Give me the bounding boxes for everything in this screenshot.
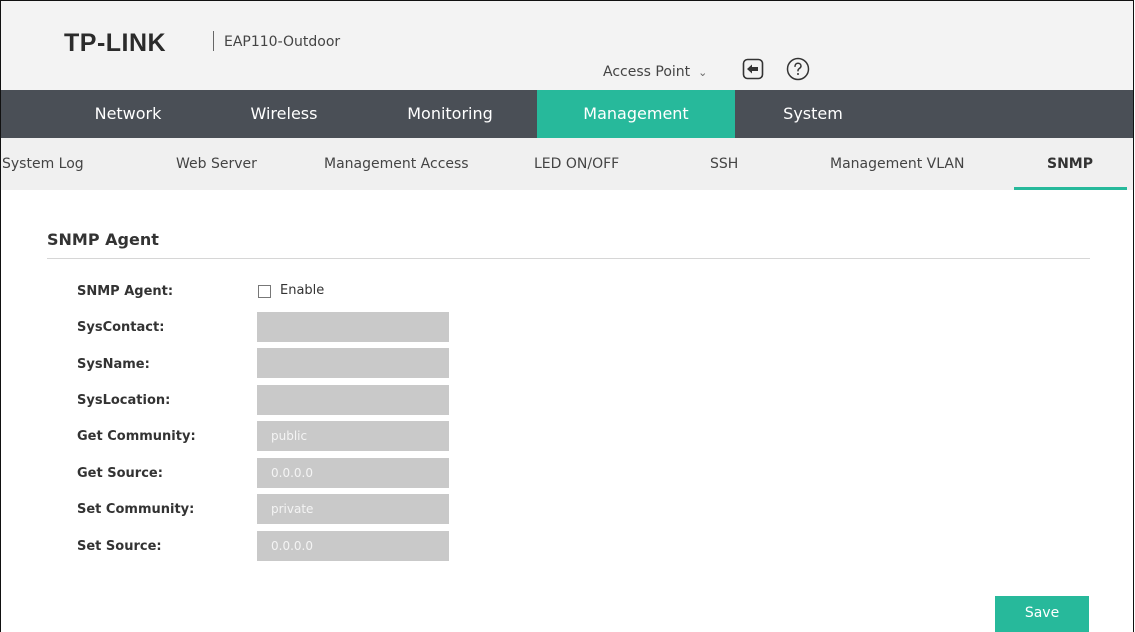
subtab-led-on-off[interactable]: LED ON/OFF <box>534 138 619 190</box>
help-icon[interactable] <box>786 57 810 81</box>
tab-wireless[interactable]: Wireless <box>219 90 349 138</box>
subtab-management-access[interactable]: Management Access <box>324 138 469 190</box>
get-community-input[interactable] <box>257 421 449 451</box>
subtab-system-log[interactable]: System Log <box>2 138 84 190</box>
mode-select-label: Access Point <box>603 64 691 80</box>
sub-nav: System Log Web Server Management Access … <box>1 138 1133 190</box>
get-source-label: Get Source: <box>77 466 163 481</box>
device-model: EAP110-Outdoor <box>224 34 341 50</box>
sysname-input[interactable] <box>257 348 449 378</box>
sysname-label: SysName: <box>77 357 150 372</box>
section-title: SNMP Agent <box>47 230 159 249</box>
subtab-web-server[interactable]: Web Server <box>176 138 257 190</box>
logo-divider <box>213 31 214 51</box>
snmp-agent-label: SNMP Agent: <box>77 284 174 299</box>
logout-icon[interactable] <box>742 58 764 80</box>
set-community-label: Set Community: <box>77 502 195 517</box>
mode-select[interactable]: Access Point ⌄ <box>603 64 707 80</box>
tab-network[interactable]: Network <box>63 90 193 138</box>
save-button[interactable]: Save <box>995 596 1089 632</box>
active-tab-indicator <box>1014 187 1127 190</box>
chevron-down-icon: ⌄ <box>698 66 708 79</box>
section-divider <box>47 258 1090 259</box>
enable-label: Enable <box>280 283 325 298</box>
subtab-snmp[interactable]: SNMP <box>1047 138 1093 190</box>
tab-monitoring[interactable]: Monitoring <box>385 90 515 138</box>
subtab-ssh[interactable]: SSH <box>710 138 738 190</box>
subtab-management-vlan[interactable]: Management VLAN <box>830 138 964 190</box>
brand-logo: TP-LINK <box>64 29 167 57</box>
set-community-input[interactable] <box>257 494 449 524</box>
get-source-input[interactable] <box>257 458 449 488</box>
set-source-input[interactable] <box>257 531 449 561</box>
tab-management[interactable]: Management <box>537 90 735 138</box>
get-community-label: Get Community: <box>77 429 196 444</box>
tab-system[interactable]: System <box>773 90 853 138</box>
snmp-agent-enable-checkbox[interactable] <box>258 285 271 298</box>
syslocation-input[interactable] <box>257 385 449 415</box>
header: TP-LINK EAP110-Outdoor Access Point ⌄ <box>1 1 1133 90</box>
set-source-label: Set Source: <box>77 539 162 554</box>
syscontact-input[interactable] <box>257 312 449 342</box>
syscontact-label: SysContact: <box>77 320 165 335</box>
syslocation-label: SysLocation: <box>77 393 171 408</box>
main-nav: Network Wireless Monitoring Management S… <box>1 90 1133 138</box>
